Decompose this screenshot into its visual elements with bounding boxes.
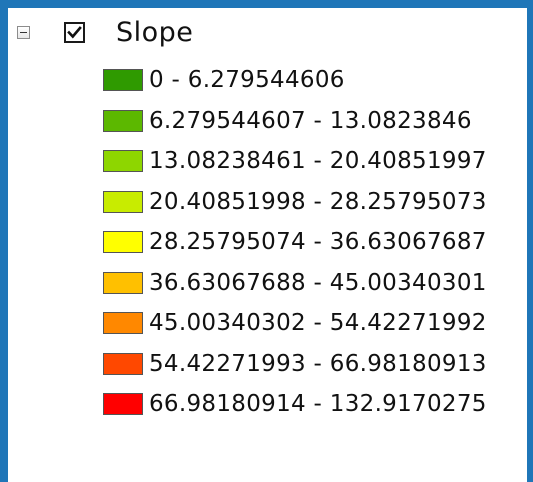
legend-color-swatch[interactable]	[103, 190, 143, 213]
legend-color-swatch[interactable]	[103, 69, 143, 92]
legend-class-item[interactable]: 28.25795074 - 36.63067687	[103, 222, 487, 263]
legend-range-label: 54.42271993 - 66.98180913	[149, 350, 487, 377]
layer-name: Slope	[116, 17, 194, 48]
legend-class-item[interactable]: 0 - 6.279544606	[103, 60, 487, 101]
checkmark-icon	[67, 26, 82, 39]
legend-color-swatch[interactable]	[103, 352, 143, 375]
collapse-minus-icon[interactable]	[17, 26, 30, 39]
legend-color-swatch[interactable]	[103, 150, 143, 173]
legend-class-item[interactable]: 66.98180914 - 132.9170275	[103, 384, 487, 425]
layer-visibility-checkbox[interactable]	[64, 22, 85, 43]
legend-range-label: 6.279544607 - 13.0823846	[149, 107, 472, 134]
legend-class-item[interactable]: 45.00340302 - 54.42271992	[103, 303, 487, 344]
legend-range-label: 0 - 6.279544606	[149, 67, 345, 94]
legend-range-label: 66.98180914 - 132.9170275	[149, 391, 487, 418]
symbology-legend: 0 - 6.279544606 6.279544607 - 13.0823846 1…	[103, 60, 487, 425]
legend-range-label: 28.25795074 - 36.63067687	[149, 229, 487, 256]
legend-range-label: 36.63067688 - 45.00340301	[149, 269, 487, 296]
legend-range-label: 20.40851998 - 28.25795073	[149, 188, 487, 215]
legend-class-item[interactable]: 6.279544607 - 13.0823846	[103, 101, 487, 142]
window-frame-top	[0, 0, 533, 8]
window-frame-right	[527, 0, 533, 482]
table-of-contents-panel: Slope 0 - 6.279544606 6.279544607 - 13.08…	[8, 8, 527, 482]
legend-class-item[interactable]: 13.08238461 - 20.40851997	[103, 141, 487, 182]
legend-range-label: 13.08238461 - 20.40851997	[149, 148, 487, 175]
legend-class-item[interactable]: 36.63067688 - 45.00340301	[103, 263, 487, 304]
layer-row-slope[interactable]: Slope	[8, 8, 527, 48]
legend-color-swatch[interactable]	[103, 271, 143, 294]
legend-color-swatch[interactable]	[103, 231, 143, 254]
legend-color-swatch[interactable]	[103, 393, 143, 416]
legend-range-label: 45.00340302 - 54.42271992	[149, 310, 487, 337]
legend-class-item[interactable]: 20.40851998 - 28.25795073	[103, 182, 487, 223]
legend-color-swatch[interactable]	[103, 109, 143, 132]
window-frame-left	[0, 0, 8, 482]
legend-color-swatch[interactable]	[103, 312, 143, 335]
legend-class-item[interactable]: 54.42271993 - 66.98180913	[103, 344, 487, 385]
